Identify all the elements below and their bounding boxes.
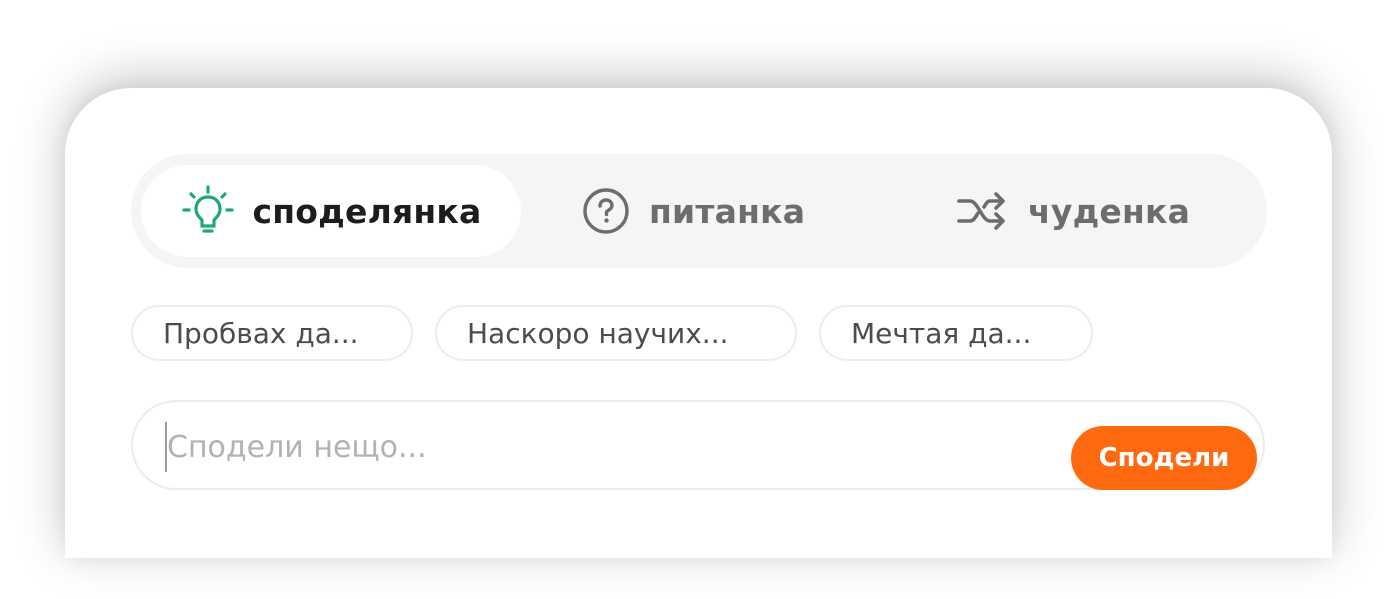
composer-box: Сподели (131, 400, 1265, 490)
suggestion-chip[interactable]: Наскоро научих... (435, 305, 797, 361)
mode-tabs: споделянка питанка чуденка (131, 154, 1267, 268)
tab-share[interactable]: споделянка (141, 165, 521, 257)
tab-ask[interactable]: питанка (581, 165, 871, 257)
lightbulb-icon (181, 184, 235, 238)
share-button[interactable]: Сподели (1071, 426, 1257, 490)
post-input[interactable] (165, 422, 1047, 472)
suggestion-chips: Пробвах да... Наскоро научих... Мечтая д… (131, 305, 1093, 361)
tab-share-label: споделянка (252, 191, 482, 231)
question-circle-icon (581, 186, 631, 236)
tab-wonder-label: чуденка (1028, 191, 1191, 231)
stage: споделянка питанка чуденка Пробвах да...… (0, 0, 1397, 599)
suggestion-chip[interactable]: Мечтая да... (819, 305, 1093, 361)
post-composer-card: споделянка питанка чуденка Пробвах да...… (65, 88, 1332, 558)
suggestion-chip[interactable]: Пробвах да... (131, 305, 413, 361)
tab-ask-label: питанка (649, 191, 806, 231)
tab-wonder[interactable]: чуденка (956, 165, 1216, 257)
shuffle-icon (956, 189, 1010, 233)
